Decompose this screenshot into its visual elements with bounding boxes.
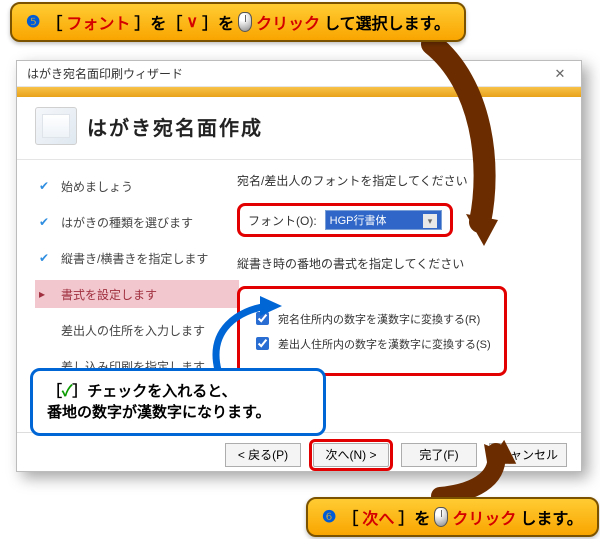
text: ］を (398, 505, 430, 529)
text: ［ (46, 10, 62, 34)
step-label: はがきの種類を選びます (61, 214, 193, 231)
font-caption: 宛名/差出人のフォントを指定してください (237, 172, 559, 189)
callout-step-6: ❻ ［ 次へ ］を クリック します。 (306, 497, 599, 537)
note-line-1: ［✓］チェックを入れると、 (47, 381, 309, 402)
font-dropdown[interactable]: HGP行書体 ▾ (325, 210, 442, 230)
font-row-highlight: フォント(O): HGP行書体 ▾ (237, 203, 453, 237)
mouse-icon (434, 507, 448, 527)
font-value: HGP行書体 (330, 212, 387, 228)
header-title: はがき宛名面作成 (87, 112, 263, 141)
step-item[interactable]: ✔ 縦書き/横書きを指定します (35, 244, 231, 272)
text: ］を［ (134, 10, 182, 34)
chevron-down-icon[interactable]: ▾ (423, 214, 437, 228)
text: ［ (342, 505, 358, 529)
callout-number: ❻ (322, 507, 336, 527)
check-icon: ✔ (39, 179, 51, 193)
postcard-icon (35, 107, 77, 145)
check-group-highlight: 宛名住所内の数字を漢数字に変換する(R) 差出人住所内の数字を漢数字に変換する(… (237, 286, 507, 376)
step-label: 始めましょう (61, 178, 133, 195)
step-item[interactable]: ✔ 始めましょう (35, 172, 231, 200)
mouse-icon (238, 12, 252, 32)
text-chevron: ∨ (186, 12, 198, 32)
text: します。 (520, 505, 582, 529)
font-label: フォント(O): (248, 212, 317, 229)
checkbox-label: 差出人住所内の数字を漢数字に変換する(S) (278, 336, 491, 352)
step-label: 差出人の住所を入力します (61, 322, 205, 339)
text: ］チェックを入れると、 (72, 383, 236, 400)
check-icon: ✓ (62, 383, 72, 400)
text-font: フォント (66, 10, 130, 34)
text: ［ (47, 383, 62, 400)
checkbox-recipient[interactable] (256, 312, 269, 325)
text: して選択します。 (324, 10, 450, 34)
titlebar: はがき宛名面印刷ウィザード ✕ (17, 61, 581, 87)
step-label: 縦書き/横書きを指定します (61, 250, 208, 267)
step-label: 書式を設定します (61, 286, 157, 303)
window-title: はがき宛名面印刷ウィザード (27, 65, 183, 82)
callout-step-5: ❺ ［ フォント ］を［ ∨ ］を クリック して選択します。 (10, 2, 466, 42)
text-next: 次へ (362, 505, 394, 529)
back-button[interactable]: < 戻る(P) (225, 443, 301, 467)
text-click: クリック (256, 10, 320, 34)
arrow-icon: ▸ (39, 287, 51, 301)
header: はがき宛名面作成 (17, 97, 581, 160)
check-icon: ✔ (39, 215, 51, 229)
text-click: クリック (452, 505, 516, 529)
callout-number: ❺ (26, 12, 40, 32)
cancel-button[interactable]: キャンセル (489, 443, 567, 467)
header-band (17, 87, 581, 97)
button-bar: < 戻る(P) 次へ(N) > 完了(F) キャンセル (17, 432, 581, 476)
checkbox-row-recipient[interactable]: 宛名住所内の数字を漢数字に変換する(R) (252, 309, 492, 328)
finish-button[interactable]: 完了(F) (401, 443, 477, 467)
text: ］を (202, 10, 234, 34)
checkbox-row-sender[interactable]: 差出人住所内の数字を漢数字に変換する(S) (252, 334, 492, 353)
note-line-2: 番地の数字が漢数字になります。 (47, 402, 309, 423)
checkbox-label: 宛名住所内の数字を漢数字に変換する(R) (278, 311, 480, 327)
step-item[interactable]: ✔ はがきの種類を選びます (35, 208, 231, 236)
next-button[interactable]: 次へ(N) > (313, 443, 389, 467)
check-icon: ✔ (39, 251, 51, 265)
step-item[interactable]: ✔ 差出人の住所を入力します (35, 316, 231, 344)
note-bubble: ［✓］チェックを入れると、 番地の数字が漢数字になります。 (30, 368, 326, 436)
close-button[interactable]: ✕ (545, 64, 575, 84)
vertical-caption: 縦書き時の番地の書式を指定してください (237, 255, 559, 272)
checkbox-sender[interactable] (256, 337, 269, 350)
step-item-active[interactable]: ▸ 書式を設定します (35, 280, 239, 308)
